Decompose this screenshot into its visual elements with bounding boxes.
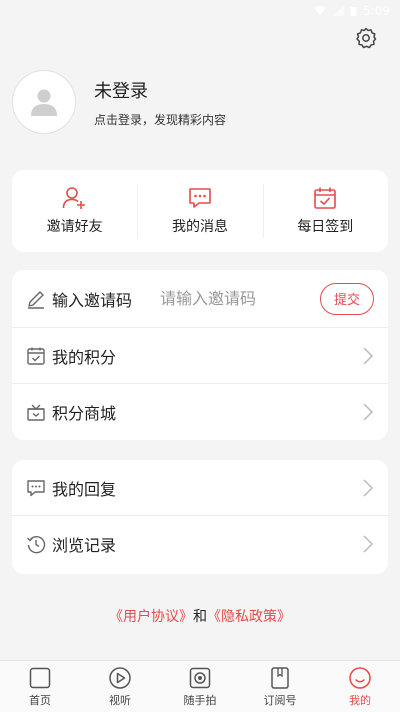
status-time: 5:09 <box>363 4 390 18</box>
chat-bubble-icon <box>27 479 45 496</box>
submit-button[interactable]: 提交 <box>320 282 374 315</box>
avatar-placeholder-icon <box>31 89 57 116</box>
chevron-right-icon <box>363 535 374 553</box>
chevron-right-icon <box>363 403 374 421</box>
tab-label: 我的 <box>349 693 371 707</box>
invite-code-input[interactable] <box>160 289 311 308</box>
my-points-row[interactable]: 我的积分 <box>12 328 388 384</box>
quick-action-label: 邀请好友 <box>46 219 103 235</box>
tab-home[interactable]: 首页 <box>0 661 80 712</box>
invite-user-icon <box>62 187 85 209</box>
quick-actions: 邀请好友 我的消息 每日签到 <box>12 170 388 252</box>
gift-box-icon <box>27 404 45 421</box>
chevron-right-icon <box>363 478 374 497</box>
status-bar: 5:09 <box>0 0 400 22</box>
invite-code-label: 输入邀请码 <box>52 290 133 310</box>
profile-name: 未登录 <box>94 80 148 102</box>
calendar-check-icon <box>314 187 337 209</box>
gear-icon <box>356 27 377 49</box>
row-label: 我的回复 <box>52 479 117 499</box>
row-label: 浏览记录 <box>52 536 117 555</box>
home-icon <box>29 667 51 688</box>
tab-subscriptions[interactable]: 订阅号 <box>240 661 320 712</box>
profile-subtitle: 点击登录，发现精彩内容 <box>94 112 227 127</box>
tab-label: 首页 <box>29 693 51 707</box>
quick-action-label: 我的消息 <box>171 219 228 235</box>
points-icon <box>27 347 45 365</box>
daily-checkin-button[interactable]: 每日签到 <box>262 170 388 252</box>
profile-text: 未登录 点击登录，发现精彩内容 <box>94 77 226 128</box>
agreement-and: 和 <box>193 609 207 625</box>
pencil-icon <box>28 290 44 309</box>
quick-action-label: 每日签到 <box>297 219 354 235</box>
tab-snapshot[interactable]: 随手拍 <box>160 661 240 712</box>
settings-button[interactable] <box>352 24 380 52</box>
privacy-policy-link[interactable]: 《隐私政策》 <box>207 609 291 625</box>
profile-icon <box>349 666 371 689</box>
profile-header[interactable]: 未登录 点击登录，发现精彩内容 <box>12 70 388 134</box>
my-replies-row[interactable]: 我的回复 <box>12 460 388 516</box>
user-agreement-link[interactable]: 《用户协议》 <box>109 609 193 625</box>
subscription-icon <box>271 666 289 689</box>
tab-label: 随手拍 <box>183 693 217 707</box>
tab-audio-video[interactable]: 视听 <box>80 661 160 712</box>
row-label: 积分商城 <box>52 404 117 423</box>
play-icon <box>109 666 131 689</box>
agreement-links: 《用户协议》和《隐私政策》 <box>0 606 400 626</box>
chevron-right-icon <box>363 346 374 365</box>
my-messages-button[interactable]: 我的消息 <box>137 170 262 252</box>
history-icon <box>27 536 46 554</box>
row-label: 我的积分 <box>52 347 117 367</box>
browsing-history-row[interactable]: 浏览记录 <box>12 516 388 572</box>
tab-me[interactable]: 我的 <box>320 661 400 712</box>
camera-icon <box>189 667 211 688</box>
tab-label: 视听 <box>109 693 131 707</box>
invite-friends-button[interactable]: 邀请好友 <box>12 170 137 252</box>
battery-icon <box>350 6 357 16</box>
invite-code-row: 输入邀请码 提交 <box>12 270 388 328</box>
avatar[interactable] <box>12 70 76 134</box>
bottom-tab-bar: 首页 视听 随手拍 订阅号 我的 <box>0 660 400 712</box>
tab-label: 订阅号 <box>263 693 297 707</box>
message-icon <box>189 188 211 208</box>
activity-list: 我的回复 浏览记录 <box>12 460 388 574</box>
account-list: 输入邀请码 提交 我的积分 积分商城 <box>12 270 388 440</box>
wifi-icon <box>314 6 327 15</box>
points-mall-row[interactable]: 积分商城 <box>12 384 388 440</box>
signal-icon <box>332 6 345 16</box>
